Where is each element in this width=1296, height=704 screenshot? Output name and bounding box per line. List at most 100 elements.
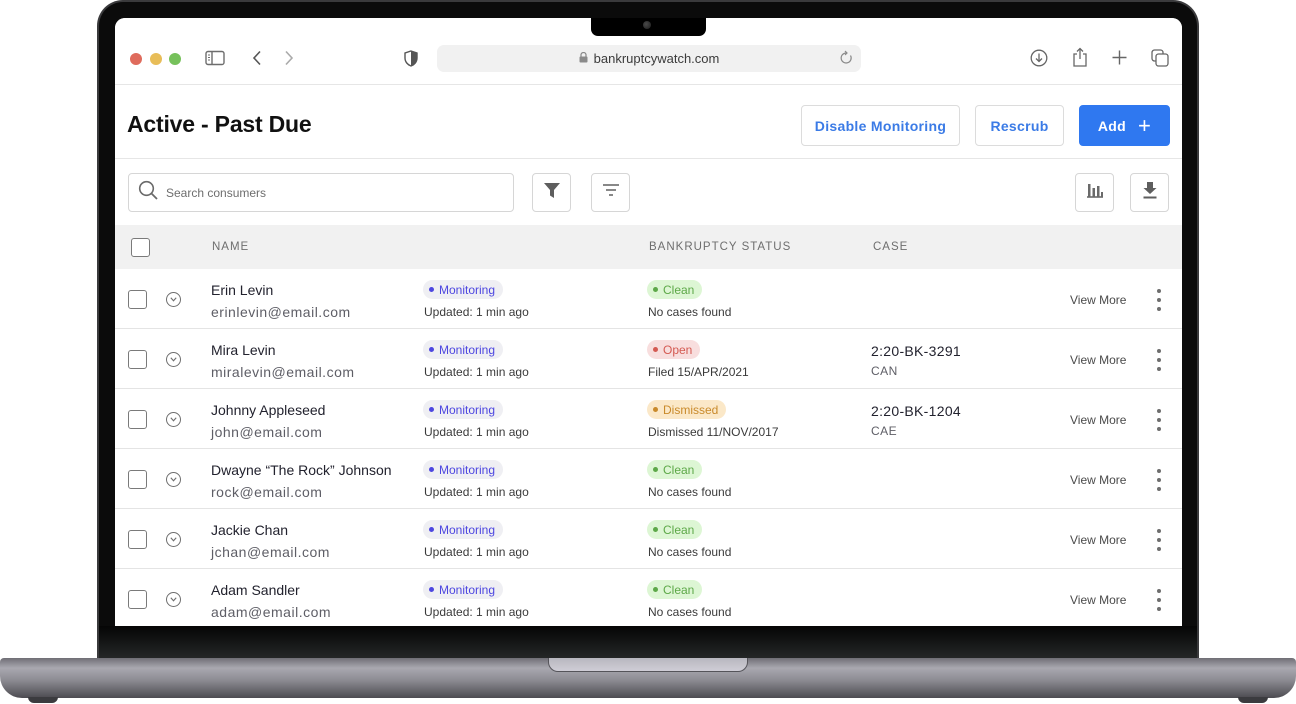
monitoring-badge-label: Monitoring — [439, 342, 496, 357]
status-dot-icon — [429, 527, 434, 532]
more-options-icon[interactable] — [1155, 469, 1163, 491]
more-options-icon[interactable] — [1155, 529, 1163, 551]
expand-chevron-icon[interactable] — [166, 412, 181, 427]
more-options-icon[interactable] — [1155, 349, 1163, 371]
table-row: Jackie Chan jchan@email.com Monitoring U… — [115, 509, 1182, 569]
bankruptcy-status-badge: Clean — [647, 280, 703, 299]
column-header-case[interactable]: CASE — [873, 241, 908, 253]
more-options-icon[interactable] — [1155, 289, 1163, 311]
view-more-link[interactable]: View More — [1070, 293, 1126, 307]
consumer-name: Adam Sandler — [211, 582, 300, 598]
consumer-name: Jackie Chan — [211, 522, 289, 538]
monitoring-badge-label: Monitoring — [439, 582, 496, 597]
bankruptcy-status-badge: Clean — [647, 580, 703, 599]
add-button-label: Add — [1097, 117, 1126, 134]
monitoring-badge-label: Monitoring — [439, 402, 496, 417]
table-row: Johnny Appleseed john@email.com Monitori… — [115, 389, 1182, 449]
bankruptcy-status-label: Open — [663, 342, 693, 357]
status-detail: No cases found — [648, 605, 732, 619]
bankruptcy-status-badge: Clean — [647, 460, 703, 479]
minimize-window-button[interactable] — [150, 53, 162, 65]
status-dot-icon — [429, 287, 434, 292]
view-more-link[interactable]: View More — [1070, 413, 1126, 427]
page-header: Active - Past Due Disable Monitoring Res… — [115, 86, 1182, 159]
laptop-thumb-notch — [548, 658, 748, 672]
case-number: 2:20-BK-3291 — [871, 343, 961, 359]
bankruptcy-status-label: Dismissed — [663, 402, 719, 417]
expand-chevron-icon[interactable] — [166, 292, 181, 307]
view-more-link[interactable]: View More — [1070, 353, 1126, 367]
status-detail: No cases found — [648, 545, 732, 559]
close-window-button[interactable] — [130, 53, 142, 65]
search-input[interactable] — [166, 185, 486, 200]
view-more-link[interactable]: View More — [1070, 533, 1126, 547]
chevron-left-icon[interactable] — [251, 50, 263, 66]
updated-text: Updated: 1 min ago — [424, 605, 529, 619]
monitoring-badge: Monitoring — [423, 520, 504, 539]
row-checkbox[interactable] — [128, 590, 147, 609]
status-dot-icon — [429, 407, 434, 412]
status-detail: No cases found — [648, 485, 732, 499]
monitoring-badge-label: Monitoring — [439, 522, 496, 537]
select-all-checkbox[interactable] — [131, 238, 150, 257]
view-more-link[interactable]: View More — [1070, 593, 1126, 607]
chevron-right-icon[interactable] — [283, 50, 295, 66]
camera-icon — [643, 21, 651, 29]
filter-button[interactable] — [532, 173, 571, 212]
row-checkbox[interactable] — [128, 530, 147, 549]
export-button[interactable] — [1130, 173, 1169, 212]
column-header-name[interactable]: NAME — [212, 241, 249, 253]
case-number: 2:20-BK-1204 — [871, 403, 961, 419]
expand-chevron-icon[interactable] — [166, 352, 181, 367]
add-button[interactable]: Add + — [1079, 105, 1170, 146]
consumer-name: Erin Levin — [211, 282, 274, 298]
status-dot-icon — [653, 467, 658, 472]
expand-chevron-icon[interactable] — [166, 472, 181, 487]
laptop-foot — [28, 697, 58, 703]
tabs-overview-icon[interactable] — [1151, 49, 1169, 67]
bankruptcy-status-badge: Clean — [647, 520, 703, 539]
updated-text: Updated: 1 min ago — [424, 545, 529, 559]
row-checkbox[interactable] — [128, 350, 147, 369]
zoom-window-button[interactable] — [169, 53, 181, 65]
bankruptcy-status-label: Clean — [663, 282, 695, 297]
rescrub-button[interactable]: Rescrub — [975, 105, 1064, 146]
updated-text: Updated: 1 min ago — [424, 485, 529, 499]
row-checkbox[interactable] — [128, 410, 147, 429]
reload-icon[interactable] — [840, 50, 853, 68]
screen: bankruptcywatch.com Active - Past Due Di… — [115, 18, 1182, 626]
status-dot-icon — [429, 467, 434, 472]
lock-icon — [579, 51, 588, 66]
sidebar-icon[interactable] — [205, 50, 225, 66]
status-dot-icon — [653, 347, 658, 352]
consumer-name: Johnny Appleseed — [211, 402, 326, 418]
monitoring-badge-label: Monitoring — [439, 462, 496, 477]
camera-notch — [591, 18, 706, 36]
sort-button[interactable] — [591, 173, 630, 212]
bankruptcy-status-label: Clean — [663, 462, 695, 477]
disable-monitoring-button[interactable]: Disable Monitoring — [801, 105, 960, 146]
bankruptcy-status-label: Clean — [663, 582, 695, 597]
consumer-email: erinlevin@email.com — [211, 304, 351, 320]
download-icon — [1142, 181, 1158, 204]
expand-chevron-icon[interactable] — [166, 532, 181, 547]
page-title: Active - Past Due — [127, 111, 312, 137]
expand-chevron-icon[interactable] — [166, 592, 181, 607]
status-detail: Dismissed 11/NOV/2017 — [648, 425, 779, 439]
plus-icon[interactable] — [1112, 50, 1127, 65]
consumer-name: Mira Levin — [211, 342, 276, 358]
search-field[interactable] — [128, 173, 514, 212]
bankruptcy-status-label: Clean — [663, 522, 695, 537]
share-icon[interactable] — [1072, 47, 1088, 67]
download-circle-icon[interactable] — [1030, 49, 1048, 67]
analytics-button[interactable] — [1075, 173, 1114, 212]
shield-icon[interactable] — [404, 50, 418, 67]
view-more-link[interactable]: View More — [1070, 473, 1126, 487]
row-checkbox[interactable] — [128, 290, 147, 309]
column-header-bankruptcy-status[interactable]: BANKRUPTCY STATUS — [649, 241, 791, 253]
address-bar[interactable]: bankruptcywatch.com — [437, 45, 861, 72]
table-header: NAME BANKRUPTCY STATUS CASE — [115, 225, 1182, 269]
more-options-icon[interactable] — [1155, 589, 1163, 611]
row-checkbox[interactable] — [128, 470, 147, 489]
more-options-icon[interactable] — [1155, 409, 1163, 431]
